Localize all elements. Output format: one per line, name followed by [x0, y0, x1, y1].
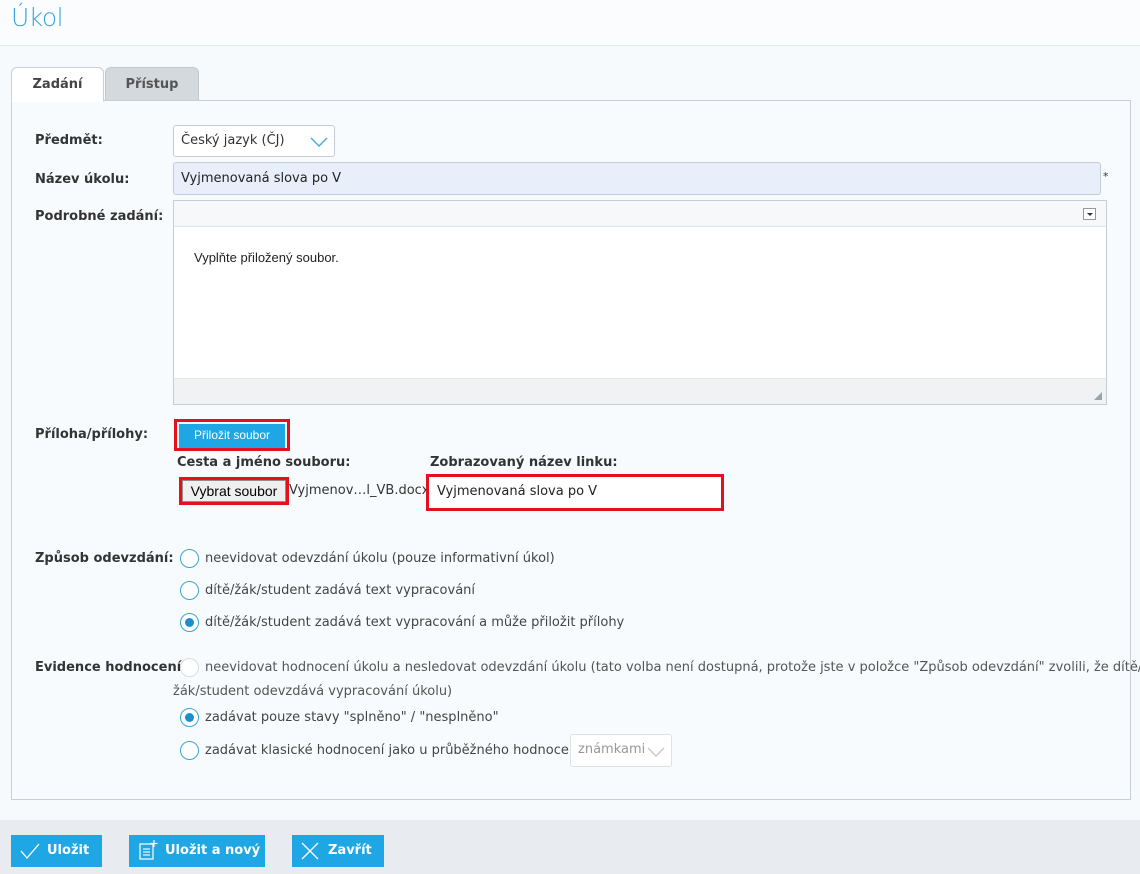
- evaluation-label: Evidence hodnocení:: [35, 660, 187, 675]
- resize-handle-icon[interactable]: [1094, 392, 1102, 400]
- file-path-label: Cesta a jméno souboru:: [177, 455, 351, 470]
- close-button-label: Zavřít: [328, 843, 372, 858]
- attach-file-button[interactable]: Přiložit soubor: [179, 424, 285, 448]
- evaluation-option-1: neevidovat hodnocení úkolu a nesledovat …: [205, 660, 1140, 675]
- evaluation-radio-2[interactable]: [180, 708, 199, 727]
- submission-radio-1[interactable]: [180, 549, 199, 568]
- evaluation-radio-1: [180, 658, 199, 677]
- submission-option-1: neevidovat odevzdání úkolu (pouze inform…: [205, 551, 555, 566]
- save-and-new-button[interactable]: Uložit a nový: [129, 835, 265, 867]
- title-bar: Úkol: [0, 0, 1140, 46]
- grade-select-value: známkami: [578, 742, 646, 757]
- close-button[interactable]: Zavřít: [292, 835, 384, 867]
- toolbar-dropdown-icon[interactable]: [1083, 208, 1096, 220]
- detail-editor[interactable]: Vyplňte přiložený soubor.: [173, 200, 1107, 405]
- evaluation-option-2: zadávat pouze stavy "splněno" / "nesplně…: [205, 710, 499, 725]
- submission-radio-3[interactable]: [180, 613, 199, 632]
- choose-file-button[interactable]: Vybrat soubor: [182, 480, 286, 502]
- link-name-input[interactable]: Vyjmenovaná slova po V: [429, 477, 721, 508]
- save-and-new-button-label: Uložit a nový: [165, 843, 261, 858]
- submission-radio-2[interactable]: [180, 581, 199, 600]
- link-name-label: Zobrazovaný název linku:: [430, 455, 618, 470]
- detail-label: Podrobné zadání:: [35, 209, 164, 224]
- editor-statusbar: [174, 378, 1106, 404]
- checkmark-icon: [20, 843, 40, 859]
- evaluation-option-1-line2: žák/student odevzdává vypracování úkolu): [173, 684, 453, 699]
- submission-option-3: dítě/žák/student zadává text vypracování…: [205, 615, 625, 630]
- page-title: Úkol: [11, 3, 64, 32]
- submission-option-2: dítě/žák/student zadává text vypracování: [205, 583, 476, 598]
- submission-label: Způsob odevzdání:: [35, 551, 174, 566]
- grade-select: známkami: [570, 734, 672, 767]
- task-name-input[interactable]: Vyjmenovaná slova po V: [173, 162, 1101, 195]
- document-add-icon: [139, 840, 158, 860]
- task-name-label: Název úkolu:: [35, 172, 130, 187]
- chosen-file-name: Vyjmenov…l_VB.docx: [289, 483, 430, 498]
- editor-toolbar: [174, 201, 1106, 227]
- subject-label: Předmět:: [35, 133, 103, 148]
- tab-zadani[interactable]: Zadání: [11, 67, 104, 102]
- close-icon: [301, 842, 319, 860]
- detail-text: Vyplňte přiložený soubor.: [194, 250, 339, 265]
- attachments-label: Příloha/přílohy:: [35, 427, 149, 442]
- subject-select-value: Český jazyk (ČJ): [181, 133, 285, 148]
- chevron-down-icon: [647, 747, 665, 757]
- save-button[interactable]: Uložit: [11, 835, 102, 867]
- required-mark: *: [1103, 170, 1109, 183]
- evaluation-radio-3[interactable]: [180, 741, 199, 760]
- save-button-label: Uložit: [47, 843, 90, 858]
- subject-select[interactable]: Český jazyk (ČJ): [173, 125, 335, 157]
- evaluation-option-3: zadávat klasické hodnocení jako u průběž…: [205, 743, 610, 758]
- chevron-down-icon: [310, 137, 328, 147]
- tab-pristup[interactable]: Přístup: [105, 67, 199, 101]
